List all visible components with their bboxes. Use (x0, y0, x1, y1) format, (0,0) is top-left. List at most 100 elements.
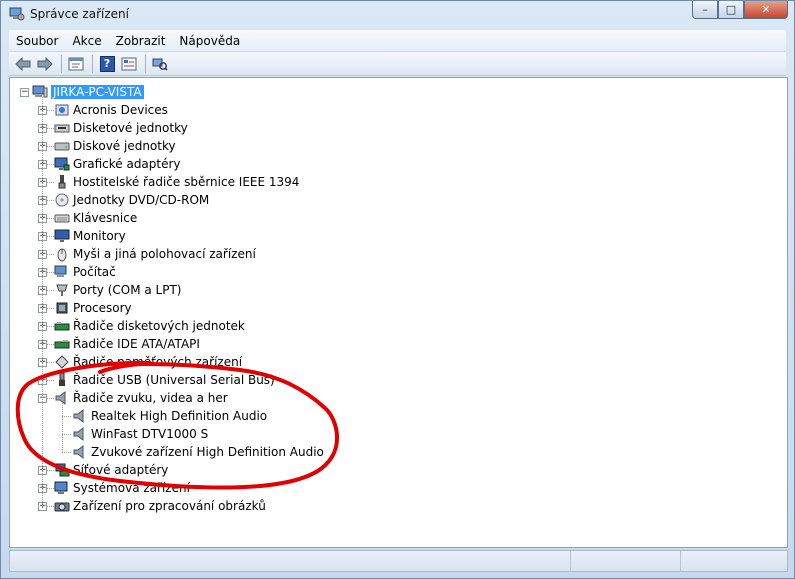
tree-device[interactable]: WinFast DTV1000 S (72, 425, 208, 443)
ieee1394-icon (54, 174, 70, 190)
toolbar: ? (9, 52, 786, 76)
help-glyph: ? (99, 55, 115, 72)
tree-category[interactable]: Myši a jiná polohovací zařízení (54, 245, 256, 263)
tree-connector-line (47, 398, 54, 399)
system-device-icon (54, 480, 70, 496)
tree-category[interactable]: Řadiče zvuku, videa a her (54, 389, 228, 407)
tree-category[interactable]: Systémová zařízení (54, 479, 190, 497)
tree-category[interactable]: Disketové jednotky (54, 119, 188, 137)
tree-item-label: Jednotky DVD/CD-ROM (73, 193, 210, 207)
maximize-button[interactable]: □ (718, 1, 744, 19)
tree-item-label: Monitory (73, 229, 126, 243)
tree-item-label: Síťové adaptéry (73, 463, 169, 477)
tree-item-label: Počítač (73, 265, 116, 279)
back-arrow-icon[interactable] (13, 54, 33, 74)
tree-connector-line (47, 164, 54, 165)
speaker-icon (72, 408, 88, 424)
tree-category[interactable]: Síťové adaptéry (54, 461, 168, 479)
tree-connector-line (62, 403, 63, 452)
title-bar[interactable]: Správce zařízení – □ ✕ (1, 1, 794, 29)
tree-connector-line (47, 344, 54, 345)
tree-connector-line (47, 308, 54, 309)
acronis-icon (54, 102, 70, 118)
tree-connector-line (47, 218, 54, 219)
tree-device[interactable]: Realtek High Definition Audio (72, 407, 267, 425)
floppy-controller-icon (54, 318, 70, 334)
help-icon[interactable]: ? (97, 54, 117, 74)
display-adapter-icon (54, 156, 70, 172)
tree-connector-line (47, 146, 54, 147)
tree-connector-line (47, 362, 54, 363)
menu-akce[interactable]: Akce (65, 34, 108, 48)
tree-category[interactable]: Zařízení pro zpracování obrázků (54, 497, 266, 515)
close-button[interactable]: ✕ (744, 1, 788, 19)
tree-connector-line (47, 506, 54, 507)
tree-connector-line (62, 452, 71, 453)
ide-controller-icon (54, 336, 70, 352)
imaging-device-icon (54, 498, 70, 514)
processor-icon (54, 300, 70, 316)
tree-item-label: Klávesnice (73, 211, 138, 225)
properties-sheet-icon[interactable] (119, 54, 139, 74)
tree-category[interactable]: Hostitelské řadiče sběrnice IEEE 1394 (54, 173, 299, 191)
tree-category[interactable]: Řadiče disketových jednotek (54, 317, 245, 335)
menu-zobrazit[interactable]: Zobrazit (109, 34, 173, 48)
properties-icon[interactable] (66, 54, 86, 74)
tree-item-label: Systémová zařízení (73, 481, 190, 495)
usb-icon (54, 372, 70, 388)
tree-connector-line (62, 434, 71, 435)
tree-item-label: Diskové jednotky (73, 139, 176, 153)
status-segment (570, 551, 681, 571)
collapse-toggle-icon[interactable]: − (20, 88, 29, 97)
tree-item-label: Myši a jiná polohovací zařízení (73, 247, 256, 261)
mouse-icon (54, 246, 70, 262)
tree-category[interactable]: Řadiče IDE ATA/ATAPI (54, 335, 200, 353)
network-adapter-icon (54, 462, 70, 478)
tree-item-label: Grafické adaptéry (73, 157, 181, 171)
minimize-button[interactable]: – (692, 1, 718, 19)
tree-connector-line (47, 254, 54, 255)
scan-hardware-icon[interactable] (150, 54, 170, 74)
tree-root-computer[interactable]: JIRKA-PC-VISTA (32, 83, 144, 101)
device-tree[interactable]: JIRKA-PC-VISTA − Acronis Devices + Disketové… (9, 77, 788, 548)
menu-soubor[interactable]: Soubor (9, 34, 65, 48)
tree-category[interactable]: Grafické adaptéry (54, 155, 181, 173)
tree-category[interactable]: Počítač (54, 263, 116, 281)
root-node-label: JIRKA-PC-VISTA (51, 85, 144, 99)
tree-category[interactable]: Monitory (54, 227, 126, 245)
computer-root-icon (32, 84, 48, 100)
tree-category[interactable]: Řadiče paměťových zařízení (54, 353, 242, 371)
tree-category[interactable]: Klávesnice (54, 209, 137, 227)
menu-bar: Soubor Akce Zobrazit Nápověda (9, 30, 786, 52)
tree-item-label: Zařízení pro zpracování obrázků (73, 499, 266, 513)
forward-arrow-icon[interactable] (35, 54, 55, 74)
tree-category[interactable]: Acronis Devices (54, 101, 168, 119)
status-segment (10, 551, 571, 571)
tree-connector-line (47, 236, 54, 237)
tree-connector-line (47, 182, 54, 183)
tree-device[interactable]: Zvukové zařízení High Definition Audio (72, 443, 324, 461)
tree-item-label: WinFast DTV1000 S (91, 427, 209, 441)
tree-item-label: Hostitelské řadiče sběrnice IEEE 1394 (73, 175, 300, 189)
toolbar-separator (145, 54, 146, 73)
keyboard-icon (54, 210, 70, 226)
floppy-drive-icon (54, 120, 70, 136)
device-manager-icon (9, 7, 25, 21)
tree-category[interactable]: Diskové jednotky (54, 137, 176, 155)
toolbar-separator (61, 54, 62, 73)
disk-drive-icon (54, 138, 70, 154)
tree-item-label: Zvukové zařízení High Definition Audio (91, 445, 324, 459)
tree-connector-line (47, 470, 54, 471)
tree-category[interactable]: Porty (COM a LPT) (54, 281, 181, 299)
tree-item-label: Řadiče disketových jednotek (73, 319, 245, 333)
tree-connector-line (47, 110, 54, 111)
tree-connector-line (47, 488, 54, 489)
dvd-drive-icon (54, 192, 70, 208)
window-title: Správce zařízení (30, 7, 129, 21)
storage-controller-icon (54, 354, 70, 370)
tree-item-label: Řadiče USB (Universal Serial Bus) (73, 373, 275, 387)
menu-napoveda[interactable]: Nápověda (172, 34, 247, 48)
tree-category[interactable]: Řadiče USB (Universal Serial Bus) (54, 371, 275, 389)
tree-category[interactable]: Jednotky DVD/CD-ROM (54, 191, 209, 209)
tree-category[interactable]: Procesory (54, 299, 132, 317)
